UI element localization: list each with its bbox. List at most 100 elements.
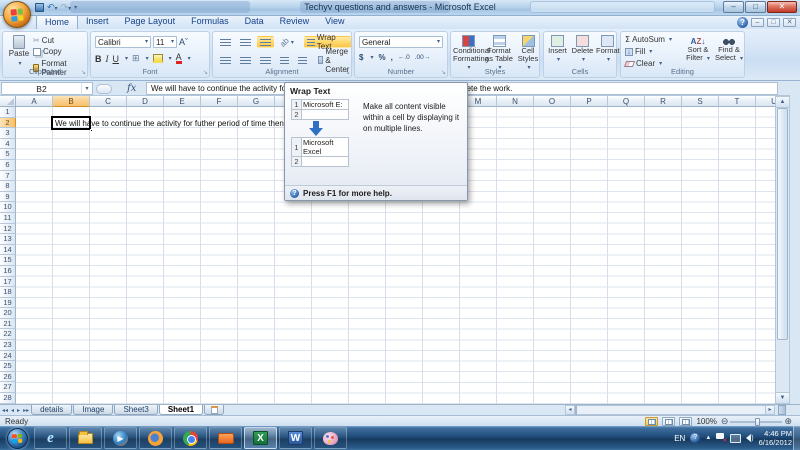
- column-header-n[interactable]: N: [497, 96, 534, 107]
- zoom-out-icon[interactable]: ⊖: [721, 417, 729, 426]
- column-header-c[interactable]: C: [90, 96, 127, 107]
- taskbar-mediaplayer-button[interactable]: ▶: [104, 427, 137, 449]
- row-header-22[interactable]: 22: [0, 329, 16, 341]
- zoom-slider-thumb[interactable]: [754, 417, 760, 426]
- first-sheet-icon[interactable]: ◂◂: [2, 407, 8, 414]
- row-header-26[interactable]: 26: [0, 371, 16, 383]
- taskbar-ie-button[interactable]: e: [34, 427, 67, 449]
- column-header-q[interactable]: Q: [608, 96, 645, 107]
- column-header-b[interactable]: B: [53, 96, 90, 107]
- workbook-close-button[interactable]: ✕: [783, 18, 796, 27]
- close-button[interactable]: ✕: [767, 1, 797, 13]
- volume-icon[interactable]: ): [746, 434, 754, 442]
- tab-view[interactable]: View: [317, 15, 352, 29]
- row-header-6[interactable]: 6: [0, 159, 16, 171]
- row-header-11[interactable]: 11: [0, 212, 16, 224]
- scroll-right-icon[interactable]: ▸: [765, 405, 775, 415]
- taskbar-firefox-button[interactable]: [139, 427, 172, 449]
- network-icon[interactable]: [730, 433, 742, 443]
- row-header-12[interactable]: 12: [0, 223, 16, 235]
- row-header-10[interactable]: 10: [0, 202, 16, 213]
- language-indicator[interactable]: EN: [674, 434, 685, 443]
- column-header-f[interactable]: F: [201, 96, 238, 107]
- row-header-25[interactable]: 25: [0, 361, 16, 372]
- italic-button[interactable]: I: [106, 54, 109, 64]
- row-header-28[interactable]: 28: [0, 393, 16, 404]
- row-header-4[interactable]: 4: [0, 138, 16, 150]
- insert-function-button[interactable]: fx: [127, 83, 136, 94]
- row-header-7[interactable]: 7: [0, 170, 16, 182]
- horizontal-scrollbar[interactable]: ◂ ▸: [565, 405, 775, 417]
- tab-insert[interactable]: Insert: [78, 15, 117, 29]
- cut-button[interactable]: ✂ Cut: [33, 36, 54, 45]
- alignment-dialog-launcher-icon[interactable]: ↘: [345, 70, 350, 76]
- increase-decimal-icon[interactable]: ←.0: [398, 54, 410, 61]
- accounting-format-icon[interactable]: $: [359, 53, 363, 62]
- grow-font-icon[interactable]: Aˇ: [179, 37, 188, 47]
- last-sheet-icon[interactable]: ▸▸: [23, 407, 29, 414]
- office-button[interactable]: [3, 1, 31, 28]
- scroll-left-icon[interactable]: ◂: [565, 405, 575, 415]
- name-box-dropdown-icon[interactable]: ▾: [81, 82, 92, 95]
- customize-qat-icon[interactable]: ▾: [74, 4, 77, 11]
- select-all-button[interactable]: [0, 96, 16, 107]
- redo-icon[interactable]: ↷▾: [61, 2, 72, 14]
- decrease-decimal-icon[interactable]: .00→: [415, 54, 431, 61]
- borders-icon[interactable]: ⊞: [132, 53, 140, 64]
- minimize-button[interactable]: –: [723, 1, 744, 13]
- zoom-level[interactable]: 100%: [696, 417, 716, 426]
- show-desktop-button[interactable]: [793, 426, 800, 450]
- row-header-1[interactable]: 1: [0, 107, 16, 118]
- row-header-5[interactable]: 5: [0, 149, 16, 160]
- increase-indent-icon[interactable]: [295, 54, 310, 66]
- tab-formulas[interactable]: Formulas: [183, 15, 237, 29]
- zoom-slider[interactable]: ⊖ ⊕: [721, 417, 792, 426]
- font-color-icon[interactable]: A: [175, 53, 182, 64]
- row-header-14[interactable]: 14: [0, 244, 16, 256]
- column-header-o[interactable]: O: [534, 96, 571, 107]
- vertical-scrollbar-thumb[interactable]: [777, 108, 788, 340]
- tab-home[interactable]: Home: [36, 15, 79, 29]
- column-header-r[interactable]: R: [645, 96, 682, 107]
- insert-worksheet-tab[interactable]: [204, 405, 225, 415]
- help-icon[interactable]: ?: [737, 17, 748, 28]
- normal-view-button[interactable]: [645, 417, 659, 426]
- taskbar-excel-button[interactable]: X: [244, 427, 277, 449]
- top-align-icon[interactable]: [217, 36, 234, 48]
- sheet-tab-image[interactable]: Image: [73, 405, 114, 415]
- show-hidden-icons-icon[interactable]: ▲: [705, 435, 711, 441]
- sheet-tab-sheet1[interactable]: Sheet1: [158, 405, 204, 415]
- row-headers[interactable]: 1 2 3 4 5 6 7 8 9 10 11 12 13 14 15 16 17 18 19 20 21 22 23 24 2…: [0, 107, 16, 404]
- row-header-2[interactable]: 2: [0, 117, 16, 129]
- row-header-15[interactable]: 15: [0, 255, 16, 266]
- fill-color-icon[interactable]: [152, 54, 163, 63]
- row-header-20[interactable]: 20: [0, 308, 16, 319]
- taskbar-chrome-button[interactable]: [174, 427, 207, 449]
- row-header-21[interactable]: 21: [0, 318, 16, 330]
- row-header-9[interactable]: 9: [0, 191, 16, 203]
- workbook-minimize-button[interactable]: –: [751, 18, 764, 27]
- row-header-16[interactable]: 16: [0, 265, 16, 277]
- percent-style-icon[interactable]: %: [378, 53, 385, 62]
- scroll-up-icon[interactable]: ▲: [776, 97, 789, 108]
- sheet-tab-sheet3[interactable]: Sheet3: [114, 405, 158, 415]
- row-header-17[interactable]: 17: [0, 276, 16, 288]
- delete-cells-button[interactable]: Delete ▾: [571, 35, 594, 64]
- row-header-23[interactable]: 23: [0, 340, 16, 351]
- tab-data[interactable]: Data: [237, 15, 272, 29]
- row-header-19[interactable]: 19: [0, 297, 16, 309]
- taskbar-paint-button[interactable]: [314, 427, 347, 449]
- column-header-t[interactable]: T: [719, 96, 756, 107]
- center-icon[interactable]: [237, 54, 254, 66]
- comma-style-icon[interactable]: ,: [391, 53, 393, 62]
- column-header-e[interactable]: E: [164, 96, 201, 107]
- number-dialog-launcher-icon[interactable]: ↘: [441, 70, 446, 76]
- paste-button[interactable]: Paste ▾: [4, 35, 34, 69]
- row-header-13[interactable]: 13: [0, 234, 16, 245]
- row-header-24[interactable]: 24: [0, 350, 16, 362]
- row-header-3[interactable]: 3: [0, 128, 16, 139]
- format-cells-button[interactable]: Format ▾: [596, 35, 620, 64]
- row-header-27[interactable]: 27: [0, 382, 16, 394]
- page-break-view-button[interactable]: [679, 417, 693, 426]
- autosum-button[interactable]: Σ AutoSum ▾: [625, 35, 672, 44]
